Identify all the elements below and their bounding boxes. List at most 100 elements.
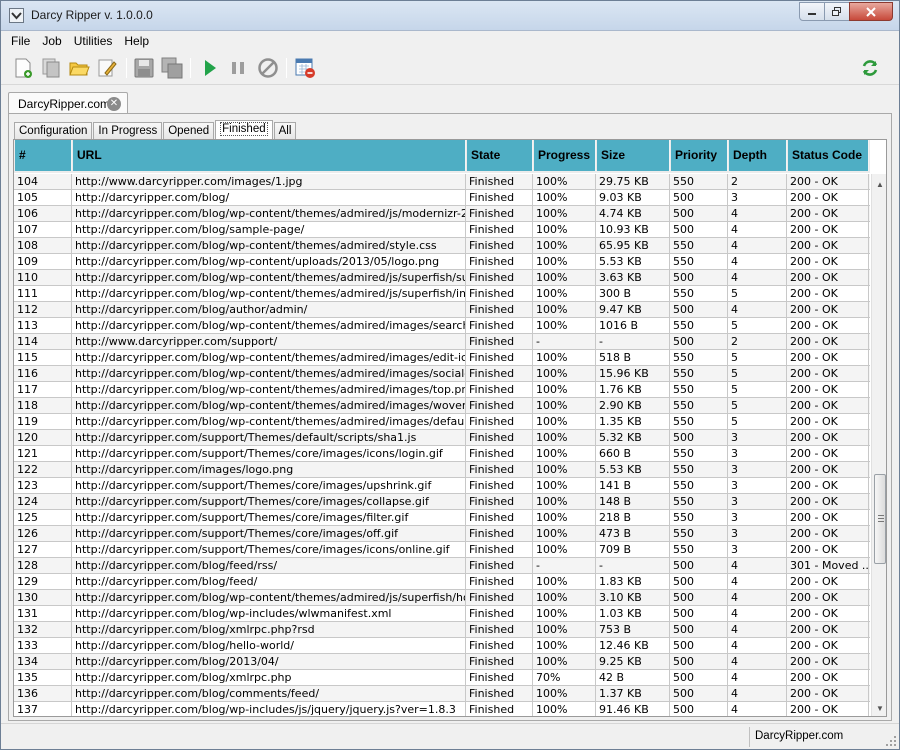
table-row[interactable]: 109 http://darcyripper.com/blog/wp-conten…	[14, 254, 870, 270]
table-row[interactable]: 136 http://darcyripper.com/blog/comments/…	[14, 686, 870, 702]
table-row[interactable]: 120 http://darcyripper.com/support/Themes…	[14, 430, 870, 446]
cell-status-code: 200 - OK	[788, 190, 869, 206]
column-header-status-code[interactable]: Status Code	[788, 140, 869, 171]
table-row[interactable]: 104 http://www.darcyripper.com/images/1.j…	[14, 174, 870, 190]
pause-button[interactable]	[226, 56, 250, 80]
close-button[interactable]	[849, 2, 893, 21]
table-row[interactable]: 105 http://darcyripper.com/blog/Finished 1…	[14, 190, 870, 206]
table-row[interactable]: 116 http://darcyripper.com/blog/wp-conten…	[14, 366, 870, 382]
edit-job-button[interactable]	[95, 56, 119, 80]
refresh-icon	[862, 60, 878, 76]
new-job-button[interactable]	[11, 56, 35, 80]
cell-url: http://darcyripper.com/support/Themes/de…	[73, 430, 466, 446]
cell-url: http://darcyripper.com/blog/wp-content/t…	[73, 238, 466, 254]
table-row[interactable]: 129 http://darcyripper.com/blog/feed/Fini…	[14, 574, 870, 590]
tab-in-progress[interactable]: In Progress	[93, 122, 163, 140]
stop-button[interactable]	[256, 56, 280, 80]
tab-opened[interactable]: Opened	[163, 122, 215, 140]
tab-all[interactable]: All	[273, 122, 297, 140]
start-button[interactable]	[197, 56, 221, 80]
table-row[interactable]: 113 http://darcyripper.com/blog/wp-conten…	[14, 318, 870, 334]
tab-finished[interactable]: Finished	[215, 120, 273, 140]
scroll-down-icon[interactable]: ▼	[872, 700, 886, 716]
table-row[interactable]: 127 http://darcyripper.com/support/Themes…	[14, 542, 870, 558]
column-header-priority[interactable]: Priority	[671, 140, 728, 171]
table-row[interactable]: 117 http://darcyripper.com/blog/wp-conten…	[14, 382, 870, 398]
cell-url: http://darcyripper.com/support/Themes/co…	[73, 494, 466, 510]
column-header-number[interactable]: #	[15, 140, 72, 171]
table-row[interactable]: 126 http://darcyripper.com/support/Themes…	[14, 526, 870, 542]
save-all-button[interactable]	[160, 56, 184, 80]
table-row[interactable]: 115 http://darcyripper.com/blog/wp-conten…	[14, 350, 870, 366]
cell-status-code: 200 - OK	[788, 702, 869, 716]
cell-state: Finished	[467, 174, 533, 190]
cell-state: Finished	[467, 606, 533, 622]
column-header-state[interactable]: State	[467, 140, 533, 171]
resize-grip-icon[interactable]	[885, 735, 897, 747]
cell-url: http://darcyripper.com/blog/wp-content/t…	[75, 206, 466, 222]
table-row[interactable]: 107 http://darcyripper.com/blog/sample-pa…	[14, 222, 870, 238]
tab-darcyripper[interactable]: DarcyRipper.com ✕	[8, 92, 128, 114]
table-row[interactable]: 125 http://darcyripper.com/support/Themes…	[14, 510, 870, 526]
menu-help[interactable]: Help	[118, 34, 155, 48]
play-icon	[205, 60, 216, 76]
cell-number: 112	[15, 302, 72, 318]
table-row[interactable]: 112 http://darcyripper.com/blog/author/ad…	[14, 302, 870, 318]
cell-state: Finished	[467, 670, 533, 686]
vertical-scrollbar[interactable]: ▲ ▼	[871, 174, 886, 716]
scrollbar-thumb[interactable]	[874, 474, 886, 564]
cell-state: Finished	[467, 222, 533, 238]
save-button[interactable]	[132, 56, 156, 80]
column-header-depth[interactable]: Depth	[729, 140, 787, 171]
open-job-button[interactable]	[67, 56, 91, 80]
table-row[interactable]: 135 http://darcyripper.com/blog/xmlrpc.ph…	[14, 670, 870, 686]
cell-size: 1.83 KB	[597, 574, 670, 590]
scroll-up-icon[interactable]: ▲	[872, 176, 886, 192]
table-row[interactable]: 124 http://darcyripper.com/support/Themes…	[14, 494, 870, 510]
table-row[interactable]: 121 http://darcyripper.com/support/Themes…	[14, 446, 870, 462]
cell-url: http://darcyripper.com/blog/wp-content/t…	[75, 366, 466, 382]
column-header-url[interactable]: URL	[73, 140, 466, 171]
maximize-button[interactable]	[824, 2, 850, 21]
column-header-progress[interactable]: Progress	[534, 140, 596, 171]
column-header-size[interactable]: Size	[597, 140, 670, 171]
table-row[interactable]: 108 http://darcyripper.com/blog/wp-conten…	[14, 238, 870, 254]
refresh-button[interactable]	[858, 56, 882, 80]
cell-state: Finished	[467, 350, 533, 366]
menu-job[interactable]: Job	[36, 34, 67, 48]
table-row[interactable]: 134 http://darcyripper.com/blog/2013/04/F…	[14, 654, 870, 670]
cell-size: 660 B	[597, 446, 670, 462]
cell-progress: 100%	[534, 702, 596, 716]
table-row[interactable]: 111 http://darcyripper.com/blog/wp-conten…	[14, 286, 870, 302]
app-logo-icon	[9, 8, 24, 23]
cell-size: 10.93 KB	[597, 222, 670, 238]
table-row[interactable]: 114 http://www.darcyripper.com/support/Fi…	[14, 334, 870, 350]
table-row[interactable]: 106 http://darcyripper.com/blog/wp-conten…	[14, 206, 870, 222]
tab-close-icon[interactable]: ✕	[107, 97, 121, 111]
table-row[interactable]: 131 http://darcyripper.com/blog/wp-includ…	[14, 606, 870, 622]
title-bar[interactable]: Darcy Ripper v. 1.0.0.0	[1, 1, 899, 31]
cell-number: 131	[15, 606, 72, 622]
table-row[interactable]: 118 http://darcyripper.com/blog/wp-conten…	[14, 398, 870, 414]
table-row[interactable]: 133 http://darcyripper.com/blog/hello-wor…	[14, 638, 870, 654]
remove-schedule-button[interactable]	[293, 56, 317, 80]
minimize-button[interactable]	[799, 2, 825, 21]
table-row[interactable]: 130 http://darcyripper.com/blog/wp-conten…	[14, 590, 870, 606]
table-row[interactable]: 137 http://darcyripper.com/blog/wp-includ…	[14, 702, 870, 716]
cell-progress: 100%	[534, 222, 596, 238]
table-row[interactable]: 110 http://darcyripper.com/blog/wp-conten…	[14, 270, 870, 286]
cell-state: Finished	[467, 526, 533, 542]
tab-configuration[interactable]: Configuration	[14, 122, 93, 140]
cell-progress: 100%	[534, 206, 596, 222]
menu-utilities[interactable]: Utilities	[68, 34, 119, 48]
table-row[interactable]: 119 http://darcyripper.com/blog/wp-conten…	[14, 414, 870, 430]
cell-progress: 100%	[534, 286, 596, 302]
copy-job-button[interactable]	[39, 56, 63, 80]
cell-size: 15.96 KB	[597, 366, 670, 382]
menu-file[interactable]: File	[5, 34, 36, 48]
table-row[interactable]: 132 http://darcyripper.com/blog/xmlrpc.ph…	[14, 622, 870, 638]
table-row[interactable]: 122 http://darcyripper.com/images/logo.pn…	[14, 462, 870, 478]
status-bar: DarcyRipper.com	[1, 723, 899, 749]
table-row[interactable]: 128 http://darcyripper.com/blog/feed/rss/…	[14, 558, 870, 574]
table-row[interactable]: 123 http://darcyripper.com/support/Themes…	[14, 478, 870, 494]
